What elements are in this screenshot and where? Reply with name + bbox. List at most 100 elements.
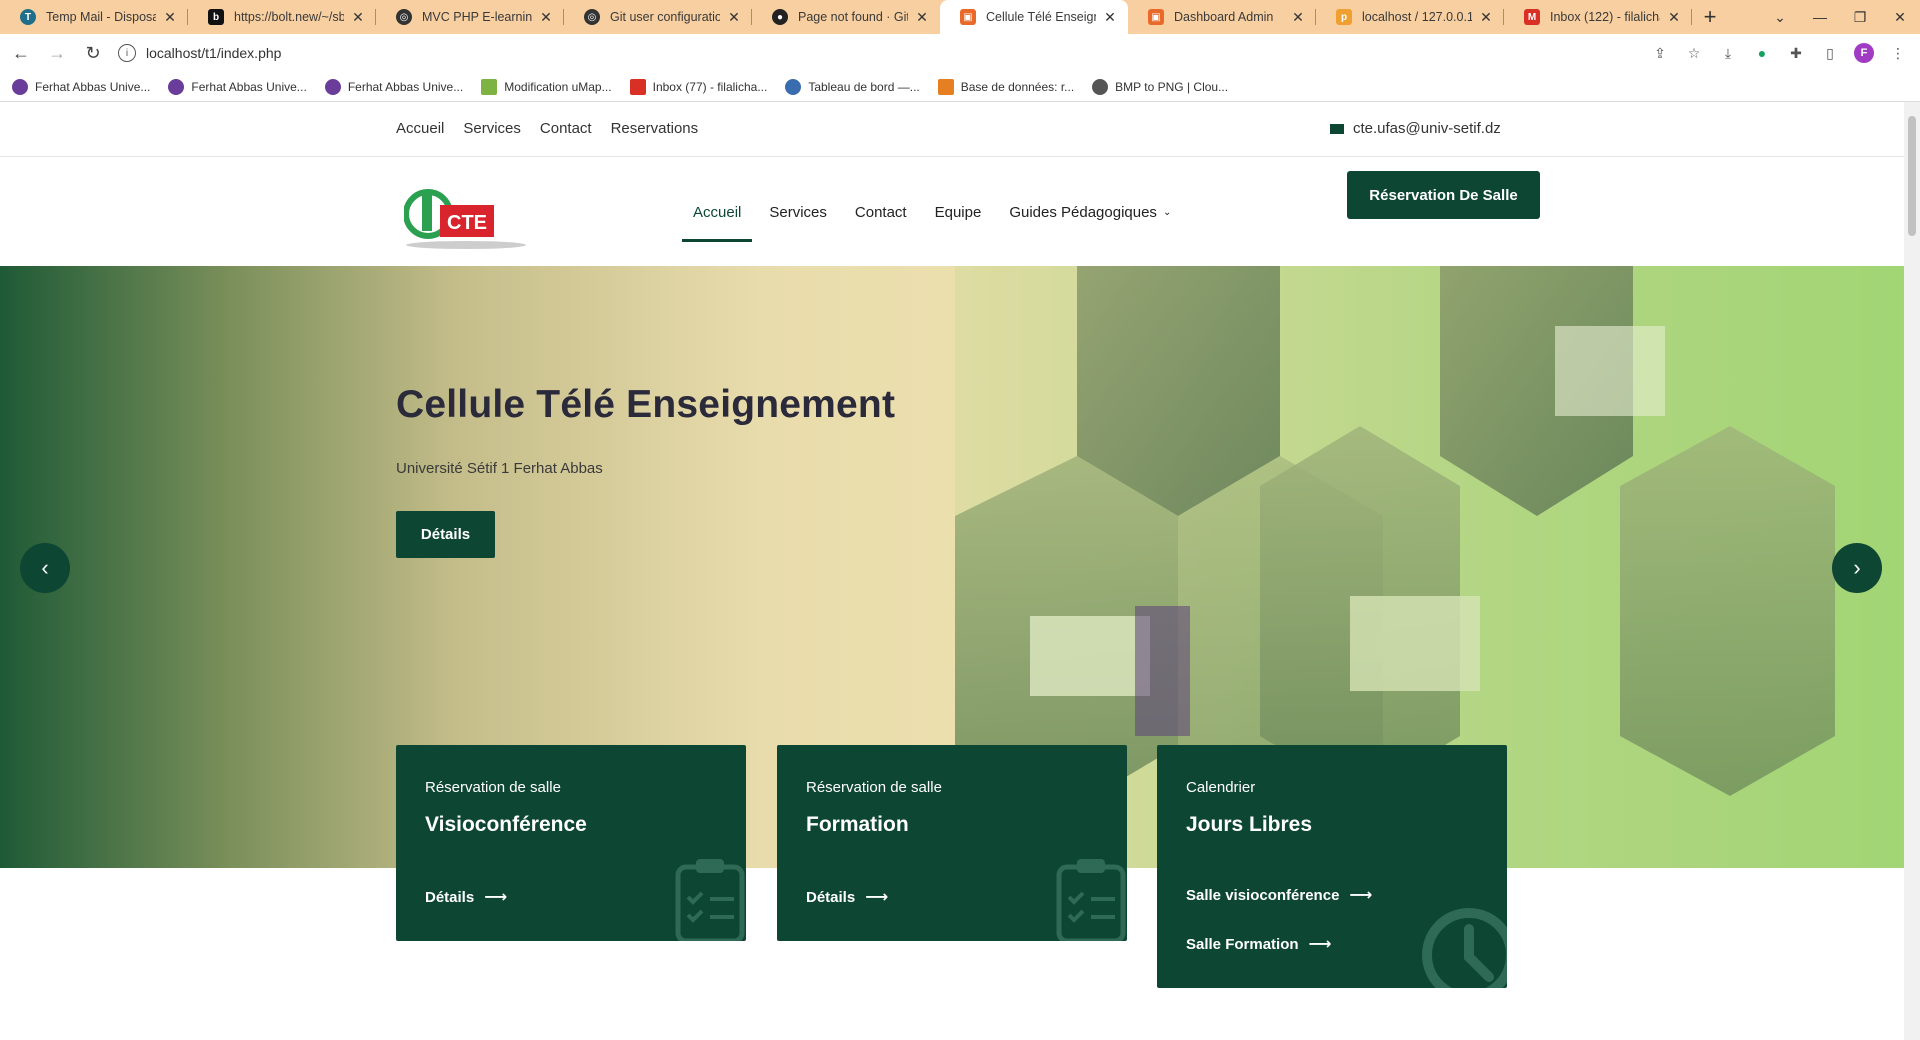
topnav-accueil[interactable]: Accueil bbox=[396, 120, 444, 137]
address-bar[interactable]: i localhost/t1/index.php bbox=[108, 38, 1708, 68]
reload-icon[interactable]: ↻ bbox=[78, 38, 108, 68]
menu-item-contact[interactable]: Contact bbox=[844, 157, 918, 267]
card-details-link[interactable]: Détails ⟶ bbox=[806, 887, 888, 907]
topnav-contact[interactable]: Contact bbox=[540, 120, 592, 137]
chevron-down-icon: ⌄ bbox=[1162, 206, 1172, 218]
download-icon[interactable]: ⤓ bbox=[1718, 43, 1738, 63]
bookmark-label: BMP to PNG | Clou... bbox=[1115, 79, 1229, 94]
back-icon[interactable]: ← bbox=[6, 38, 36, 68]
menu-kebab-icon[interactable]: ⋮ bbox=[1888, 43, 1908, 63]
arrow-right-icon: ⟶ bbox=[1308, 936, 1332, 953]
card-title: Jours Libres bbox=[1186, 813, 1313, 836]
link-label: Détails bbox=[425, 888, 475, 906]
profile-avatar[interactable]: F bbox=[1854, 43, 1874, 63]
top-bar: Accueil Services Contact Reservations ct… bbox=[0, 102, 1904, 157]
site-info-icon[interactable]: i bbox=[118, 44, 136, 62]
menu-label: Equipe bbox=[934, 203, 982, 221]
browser-tab[interactable]: T Temp Mail - Disposable ✕ bbox=[0, 0, 188, 34]
bookmark-item[interactable]: Tableau de bord —... bbox=[785, 78, 920, 95]
close-icon[interactable]: ✕ bbox=[538, 9, 554, 25]
close-icon[interactable]: ✕ bbox=[1478, 9, 1494, 25]
browser-tab[interactable]: M Inbox (122) - filalicham ✕ bbox=[1504, 0, 1692, 34]
close-icon[interactable]: ✕ bbox=[1102, 9, 1118, 25]
slider-next-button[interactable]: › bbox=[1832, 543, 1882, 593]
bookmark-label: Ferhat Abbas Unive... bbox=[191, 79, 307, 94]
browser-tab-bar: T Temp Mail - Disposable ✕ b https://bol… bbox=[0, 0, 1920, 34]
menu-label: Services bbox=[769, 203, 827, 221]
page-scrollbar[interactable] bbox=[1904, 102, 1920, 1040]
browser-tab[interactable]: ● Page not found · GitHu ✕ bbox=[752, 0, 940, 34]
side-panel-icon[interactable]: ▯ bbox=[1820, 43, 1840, 63]
restore-icon[interactable]: ❐ bbox=[1840, 0, 1880, 34]
browser-tab[interactable]: p localhost / 127.0.0.1 / s ✕ bbox=[1316, 0, 1504, 34]
bookmark-item[interactable]: Inbox (77) - filalicha... bbox=[629, 78, 767, 95]
main-navbar: CTE Accueil Services Contact Equipe Guid… bbox=[0, 157, 1904, 267]
tab-title: Temp Mail - Disposable bbox=[46, 10, 156, 24]
bookmark-label: Ferhat Abbas Unive... bbox=[35, 79, 151, 94]
browser-tab-active[interactable]: ▣ Cellule Télé Enseignem ✕ bbox=[940, 0, 1128, 34]
close-icon[interactable]: ✕ bbox=[726, 9, 742, 25]
bookmark-item[interactable]: BMP to PNG | Clou... bbox=[1092, 78, 1229, 95]
new-tab-button[interactable]: + bbox=[1692, 0, 1728, 34]
salle-visioconference-link[interactable]: Salle visioconférence ⟶ bbox=[1186, 885, 1372, 905]
chevron-right-icon: › bbox=[1853, 555, 1861, 580]
bookmark-favicon bbox=[937, 78, 954, 95]
bookmark-item[interactable]: Modification uMap... bbox=[481, 78, 612, 95]
extension-green-icon[interactable]: ● bbox=[1752, 43, 1772, 63]
topnav-reservations[interactable]: Reservations bbox=[611, 120, 699, 137]
envelope-icon bbox=[1330, 123, 1344, 134]
topnav-services[interactable]: Services bbox=[463, 120, 521, 137]
tab-title: https://bolt.new/~/sb1 bbox=[234, 10, 344, 24]
bookmark-favicon bbox=[168, 78, 185, 95]
room-reservation-button[interactable]: Réservation De Salle bbox=[1347, 171, 1540, 219]
browser-tab[interactable]: ◎ Git user configuration ✕ bbox=[564, 0, 752, 34]
salle-formation-link[interactable]: Salle Formation ⟶ bbox=[1186, 934, 1331, 954]
menu-item-services[interactable]: Services bbox=[758, 157, 838, 267]
menu-item-guides[interactable]: Guides Pédagogiques ⌄ bbox=[998, 157, 1182, 267]
bookmark-item[interactable]: Base de données: r... bbox=[937, 78, 1075, 95]
bookmark-item[interactable]: Ferhat Abbas Unive... bbox=[324, 78, 463, 95]
browser-tab[interactable]: ▣ Dashboard Admin ✕ bbox=[1128, 0, 1316, 34]
link-label: Salle Formation bbox=[1186, 935, 1299, 953]
forward-icon[interactable]: → bbox=[42, 38, 72, 68]
link-label: Détails bbox=[806, 888, 856, 906]
close-icon[interactable]: ✕ bbox=[914, 9, 930, 25]
close-icon[interactable]: ✕ bbox=[350, 9, 366, 25]
menu-item-equipe[interactable]: Equipe bbox=[924, 157, 993, 267]
browser-tab[interactable]: ◎ MVC PHP E-learning Sc ✕ bbox=[376, 0, 564, 34]
hero-title: Cellule Télé Enseignement bbox=[396, 383, 896, 426]
gmail-icon: M bbox=[1524, 9, 1540, 25]
card-subtitle: Calendrier bbox=[1186, 779, 1256, 796]
browser-tab[interactable]: b https://bolt.new/~/sb1 ✕ bbox=[188, 0, 376, 34]
scrollbar-thumb[interactable] bbox=[1908, 116, 1916, 236]
bookmark-item[interactable]: Ferhat Abbas Unive... bbox=[12, 78, 151, 95]
github-icon: ● bbox=[772, 9, 788, 25]
close-icon[interactable]: ✕ bbox=[1290, 9, 1306, 25]
chevron-left-icon: ‹ bbox=[41, 555, 49, 580]
tab-favicon: T bbox=[20, 9, 36, 25]
bookmark-label: Modification uMap... bbox=[504, 79, 612, 94]
card-details-link[interactable]: Détails ⟶ bbox=[425, 887, 507, 907]
link-label: Salle visioconférence bbox=[1186, 886, 1340, 904]
tab-title: Page not found · GitHu bbox=[798, 10, 908, 24]
hero-details-button[interactable]: Détails bbox=[396, 511, 495, 558]
bookmark-label: Base de données: r... bbox=[960, 79, 1075, 94]
close-icon[interactable]: ✕ bbox=[1666, 9, 1682, 25]
close-window-icon[interactable]: ✕ bbox=[1880, 0, 1920, 34]
tab-favicon: ▣ bbox=[960, 9, 976, 25]
logo-text: CTE bbox=[447, 212, 487, 234]
bookmark-item[interactable]: Ferhat Abbas Unive... bbox=[168, 78, 307, 95]
card-jours-libres: Calendrier Jours Libres Salle visioconfé… bbox=[1157, 745, 1507, 988]
contact-email[interactable]: cte.ufas@univ-setif.dz bbox=[1330, 120, 1501, 137]
bookmark-star-icon[interactable]: ☆ bbox=[1684, 43, 1704, 63]
tab-title: Inbox (122) - filalicham bbox=[1550, 10, 1660, 24]
minimize-icon[interactable]: — bbox=[1800, 0, 1840, 34]
menu-item-accueil[interactable]: Accueil bbox=[682, 157, 753, 267]
slider-prev-button[interactable]: ‹ bbox=[20, 543, 70, 593]
extensions-puzzle-icon[interactable]: ✚ bbox=[1786, 43, 1806, 63]
share-icon[interactable]: ⇪ bbox=[1650, 43, 1670, 63]
close-icon[interactable]: ✕ bbox=[162, 9, 178, 25]
tab-search-icon[interactable]: ⌄ bbox=[1760, 0, 1800, 34]
cte-logo[interactable]: CTE bbox=[404, 181, 530, 253]
tab-title: Cellule Télé Enseignem bbox=[986, 10, 1096, 24]
